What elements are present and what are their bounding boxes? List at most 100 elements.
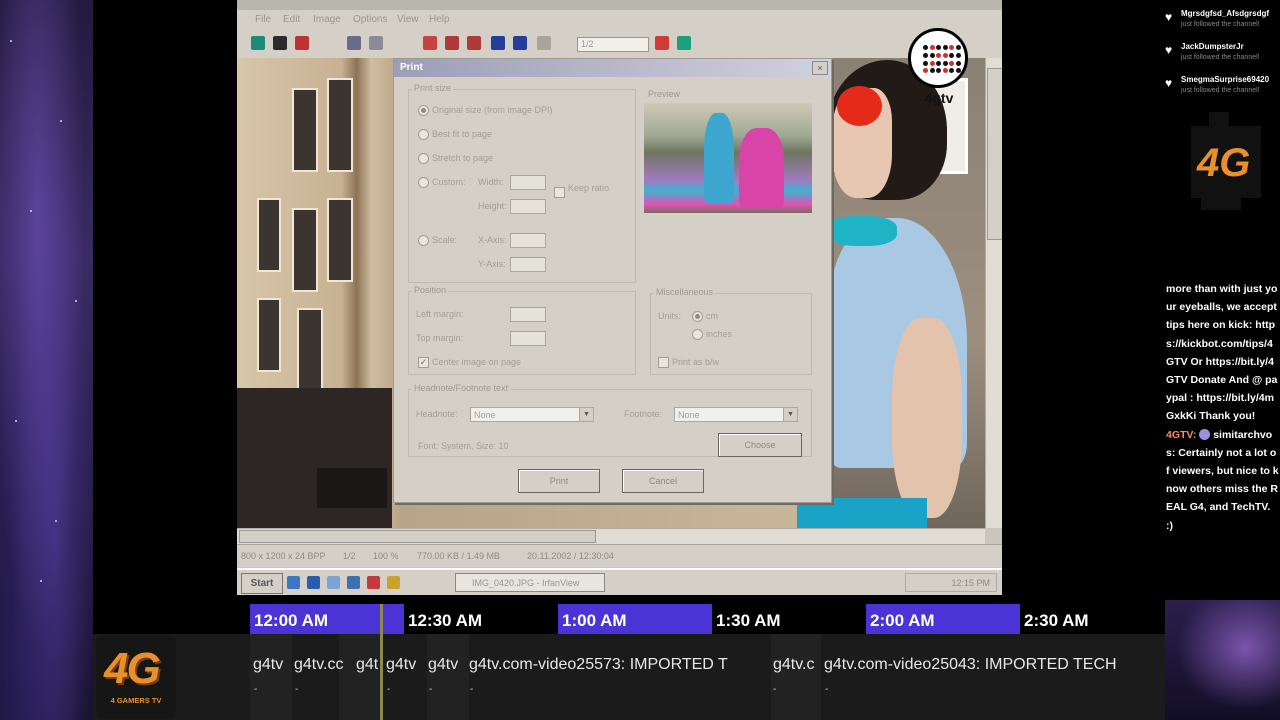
- ticker-item: g4tv.com-video25043: IMPORTED TECH: [824, 656, 1117, 673]
- system-tray-clock: 12:15 PM: [905, 573, 997, 592]
- vertical-scrollbar[interactable]: [985, 58, 1002, 528]
- zoom-field: 1/2: [577, 37, 649, 52]
- left-margin-field[interactable]: [510, 307, 546, 322]
- app-statusbar: 800 x 1200 x 24 BPP 1/2 100 % 770.00 KB …: [237, 544, 1002, 567]
- open-icon: [251, 36, 265, 50]
- background-space-right: [1165, 600, 1280, 720]
- video-player[interactable]: File Edit Image Options View Help 1/2 80…: [93, 0, 1165, 600]
- print-dialog-titlebar: Print ×: [394, 59, 831, 77]
- radio-stretch[interactable]: [418, 153, 429, 164]
- desktop-icon[interactable]: [287, 576, 300, 589]
- media-icon[interactable]: [367, 576, 380, 589]
- radio-unit-cm[interactable]: [692, 311, 703, 322]
- chevron-down-icon: ▼: [579, 408, 593, 421]
- heart-icon: ♥: [1165, 76, 1173, 90]
- ticker-item: g4tv.c: [773, 656, 815, 673]
- slideshow-icon: [537, 36, 551, 50]
- mail-icon[interactable]: [347, 576, 360, 589]
- follow-alert: ♥ SmegmaSurprise69420 just followed the …: [1165, 75, 1270, 94]
- 4g-pixel-logo: 4G: [1191, 112, 1261, 210]
- ticker-item: g4tv.com-video25573: IMPORTED T: [469, 656, 728, 673]
- schedule-slot: 2:30 AM: [1024, 611, 1089, 630]
- x-axis-field[interactable]: [510, 233, 546, 248]
- video-frame: File Edit Image Options View Help 1/2 80…: [237, 0, 1002, 595]
- zoom-in-icon: [445, 36, 459, 50]
- close-icon[interactable]: ×: [812, 61, 828, 75]
- previous-icon: [491, 36, 505, 50]
- center-image-checkbox[interactable]: ✓: [418, 357, 429, 368]
- width-field[interactable]: [510, 175, 546, 190]
- radio-unit-inches[interactable]: [692, 329, 703, 340]
- shop-sign: [317, 468, 387, 508]
- y-axis-field[interactable]: [510, 257, 546, 272]
- chevron-down-icon: ▼: [783, 408, 797, 421]
- chat-message: more than with just your eyeballs, we ac…: [1166, 283, 1278, 423]
- logo-mark: 4G: [104, 644, 161, 693]
- taskbar-app-irfanview[interactable]: IMG_0420.JPG - IrfanView: [455, 573, 605, 592]
- chat-message: 4GTV: simitarchvos: Certainly not a lot …: [1166, 428, 1279, 532]
- copy-icon: [347, 36, 361, 50]
- cancel-button[interactable]: Cancel: [622, 469, 704, 493]
- keep-ratio-checkbox[interactable]: [554, 187, 565, 198]
- footnote-select[interactable]: None ▼: [674, 407, 798, 422]
- schedule-slot: 2:00 AM: [866, 604, 1020, 634]
- 4gtv-watermark: 4gtv: [906, 28, 972, 112]
- radio-original-size[interactable]: [418, 105, 429, 116]
- print-bw-checkbox[interactable]: [658, 357, 669, 368]
- print-button[interactable]: Print: [518, 469, 600, 493]
- delete-icon: [295, 36, 309, 50]
- menu-view: View: [397, 14, 419, 25]
- ticker-item: g4tv: [253, 656, 284, 673]
- menu-file: File: [255, 14, 272, 25]
- folder-icon[interactable]: [387, 576, 400, 589]
- windows-taskbar: Start IMG_0420.JPG - IrfanView 12:15 PM: [237, 568, 1002, 595]
- height-field[interactable]: [510, 199, 546, 214]
- schedule-slot: 12:30 AM: [408, 611, 483, 630]
- radio-custom[interactable]: [418, 177, 429, 188]
- schedule-bar: 12:00 AM 12:30 AM 1:00 AM 1:30 AM 2:00 A…: [93, 604, 1165, 634]
- svg-text:4G: 4G: [1196, 141, 1250, 185]
- chat-messages: more than with just your eyeballs, we ac…: [1166, 280, 1279, 535]
- schedule-slot: 1:00 AM: [558, 604, 712, 634]
- start-button[interactable]: Start: [241, 573, 283, 594]
- next-icon: [513, 36, 527, 50]
- paint-icon: [655, 36, 669, 50]
- menu-image: Image: [313, 14, 341, 25]
- red-flower: [837, 86, 882, 126]
- schedule-slot: 1:30 AM: [716, 611, 781, 630]
- scan-icon: [677, 36, 691, 50]
- headnote-select[interactable]: None ▼: [470, 407, 594, 422]
- choose-font-button[interactable]: Choose: [718, 433, 802, 457]
- print-dialog: Print × Print size Original size (from i…: [393, 58, 832, 503]
- chat-panel: ♥ Mgrsdgfsd_Afsdgrsdgf just followed the…: [1165, 0, 1280, 600]
- menu-edit: Edit: [283, 14, 301, 25]
- heart-icon: ♥: [1165, 43, 1173, 57]
- menu-help: Help: [429, 14, 450, 25]
- logo-caption: 4 GAMERS TV: [110, 696, 162, 705]
- app-menubar: File Edit Image Options View Help: [237, 10, 1002, 30]
- ticker-item: g4tv: [386, 656, 417, 673]
- chat-username: 4GTV:: [1166, 428, 1197, 441]
- app-titlebar: [237, 0, 1002, 10]
- 4gamers-tv-logo: 4G 4 GAMERS TV: [96, 636, 176, 718]
- zoom-out-icon: [467, 36, 481, 50]
- ticker-item: g4tv.cc: [294, 656, 344, 673]
- top-margin-field[interactable]: [510, 331, 546, 346]
- radio-scale[interactable]: [418, 235, 429, 246]
- app-toolbar: 1/2: [237, 30, 1002, 59]
- radio-best-fit[interactable]: [418, 129, 429, 140]
- menu-options: Options: [353, 14, 388, 25]
- follow-alert: ♥ JackDumpsterJr just followed the chann…: [1165, 42, 1260, 61]
- browser-icon[interactable]: [307, 576, 320, 589]
- follow-alert: ♥ Mgrsdgfsd_Afsdgrsdgf just followed the…: [1165, 9, 1269, 28]
- 4gtv-watermark-text: 4gtv: [924, 90, 954, 106]
- print-preview-image: [644, 103, 812, 213]
- background-space-left: [0, 0, 93, 720]
- horizontal-scrollbar[interactable]: [237, 528, 985, 544]
- info-icon: [423, 36, 437, 50]
- explorer-icon[interactable]: [327, 576, 340, 589]
- ticker-item: g4tv: [428, 656, 459, 673]
- save-icon: [273, 36, 287, 50]
- paste-icon: [369, 36, 383, 50]
- current-time-marker: [380, 604, 383, 720]
